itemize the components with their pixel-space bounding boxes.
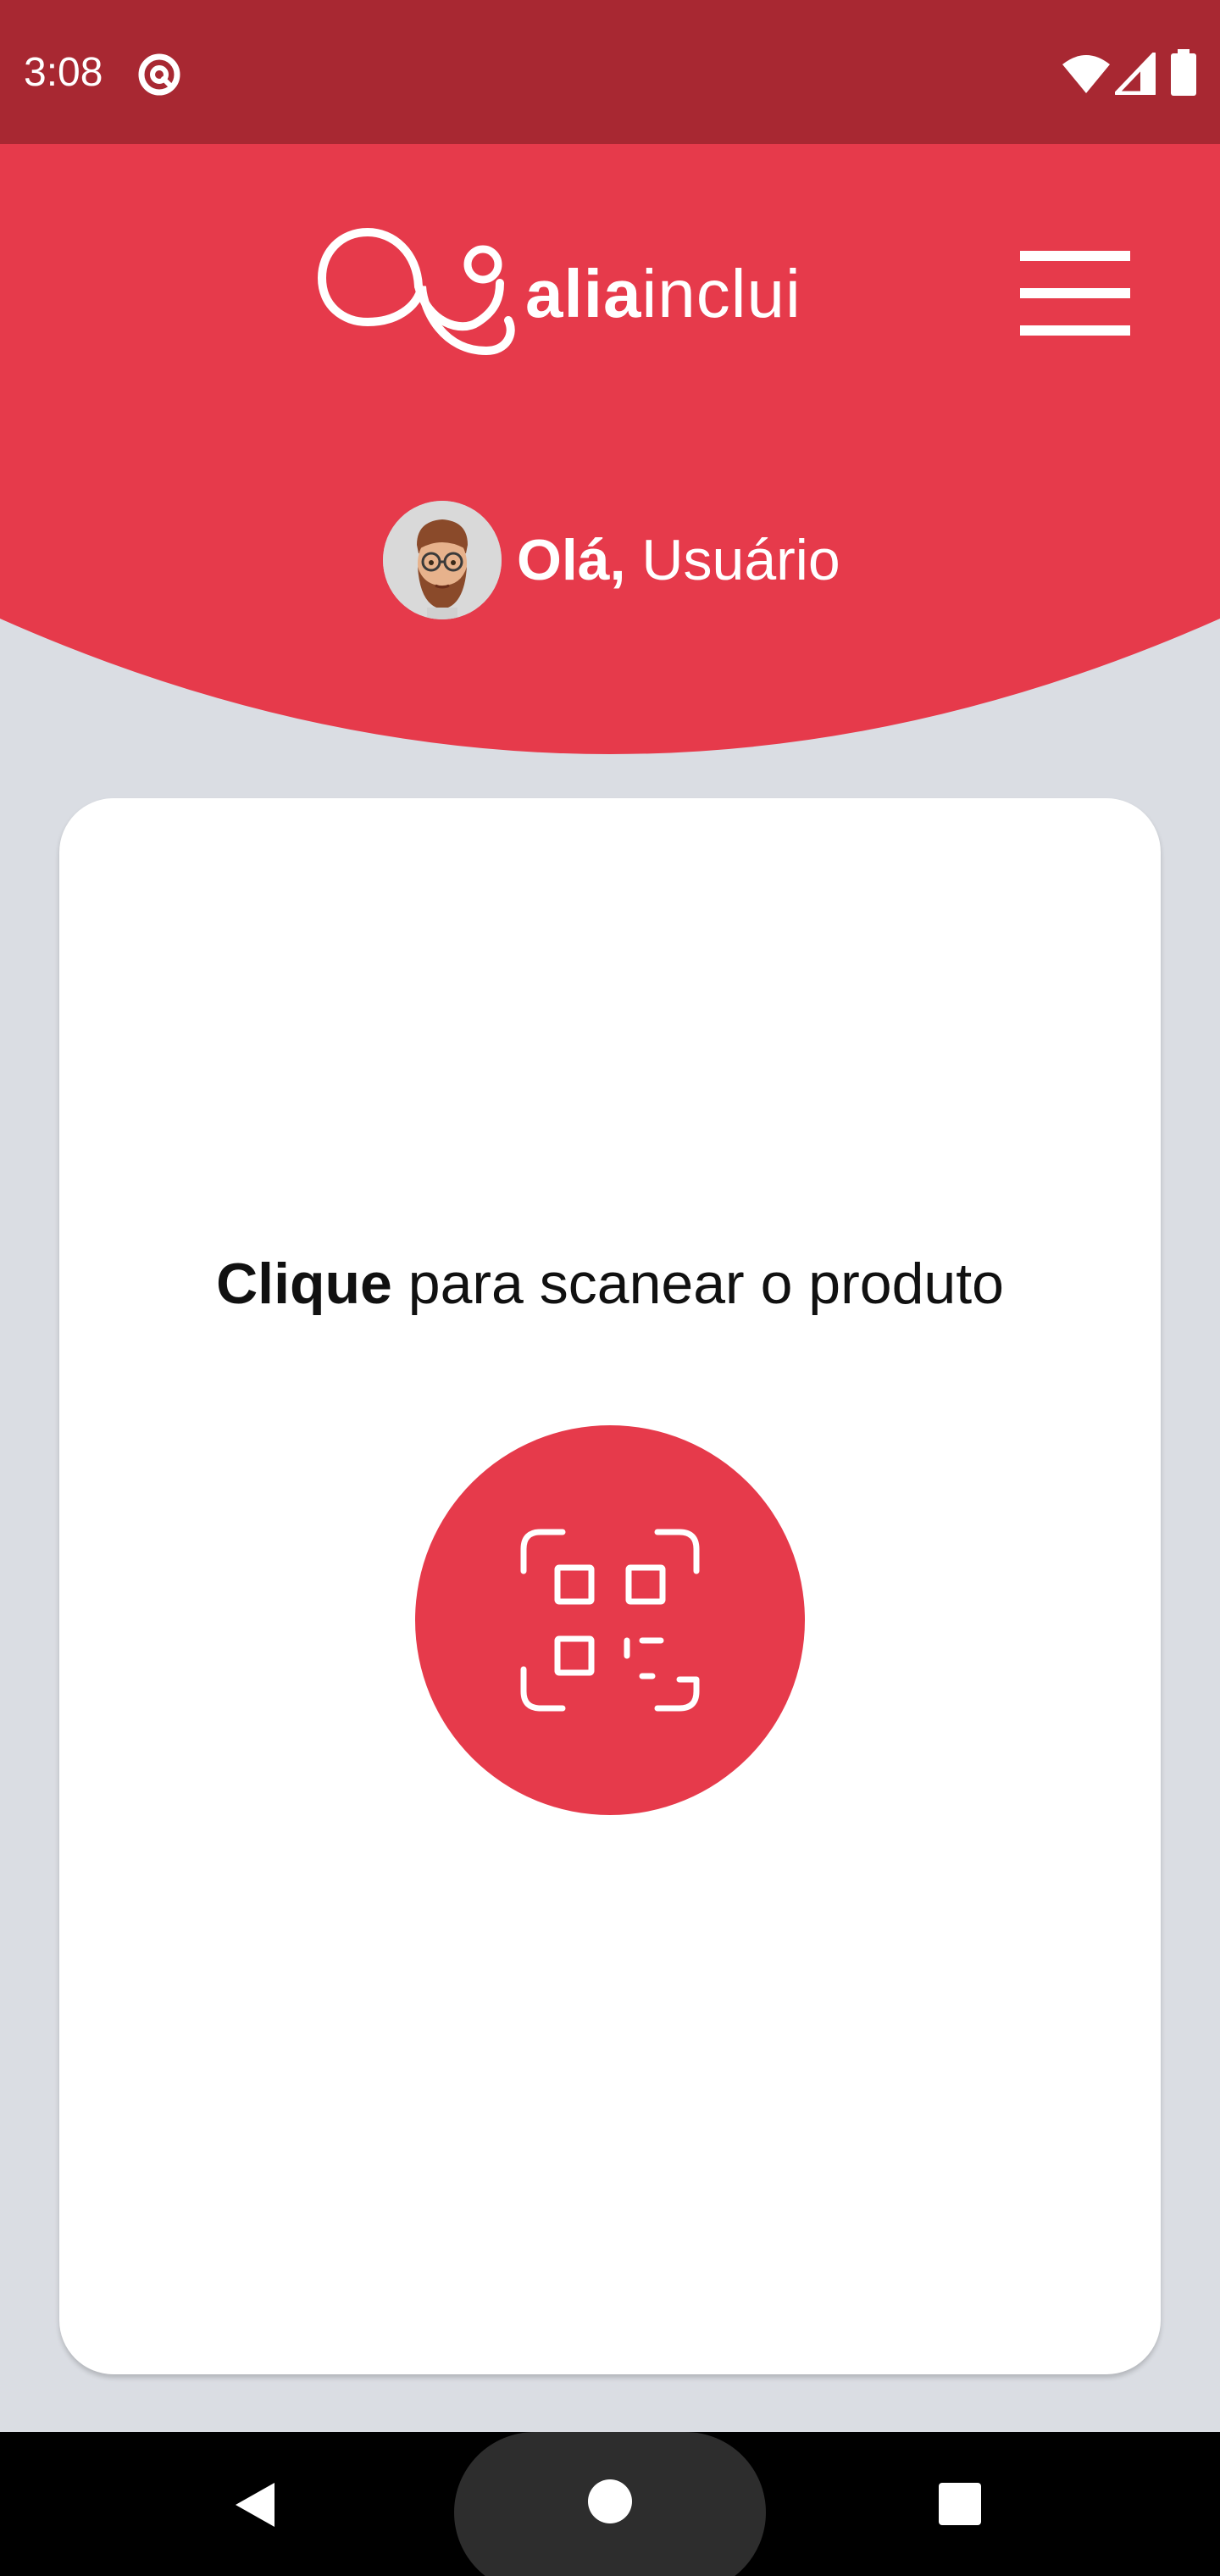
qr-scan-icon — [520, 1529, 700, 1712]
scan-card: Clique para scanear o produto — [59, 798, 1161, 2374]
greeting-user-name: Usuário — [625, 528, 840, 592]
brand-mark-icon — [317, 227, 515, 356]
user-greeting: Olá, Usuário — [383, 500, 840, 620]
wifi-icon — [1062, 55, 1110, 93]
app-screen: 3:08 aliainclui Olá, Usuário Clique para… — [0, 0, 1220, 2576]
status-time: 3:08 — [24, 50, 103, 95]
back-icon[interactable] — [230, 2479, 281, 2530]
do-not-disturb-icon — [138, 53, 180, 96]
status-bar: 3:08 — [0, 0, 1220, 144]
recents-icon[interactable] — [937, 2481, 983, 2527]
menu-button[interactable] — [1013, 251, 1132, 339]
user-avatar-icon — [383, 501, 502, 619]
signal-icon — [1115, 53, 1156, 95]
brand-name: aliainclui — [525, 256, 801, 332]
battery-icon — [1171, 49, 1196, 96]
scan-prompt-bold: Clique — [216, 1252, 392, 1316]
greeting-hello: Olá, — [517, 528, 626, 592]
brand-logo: aliainclui — [317, 227, 859, 363]
brand-name-light: inclui — [641, 256, 801, 331]
scan-product-button[interactable] — [415, 1425, 805, 1815]
greeting-text: Olá, Usuário — [517, 527, 840, 593]
brand-name-bold: alia — [525, 256, 642, 331]
avatar[interactable] — [383, 501, 502, 619]
home-icon[interactable] — [586, 2478, 634, 2525]
scan-prompt: Clique para scanear o produto — [59, 1251, 1161, 1317]
scan-prompt-rest: para scanear o produto — [391, 1252, 1004, 1316]
system-navigation-bar — [0, 2432, 1220, 2576]
